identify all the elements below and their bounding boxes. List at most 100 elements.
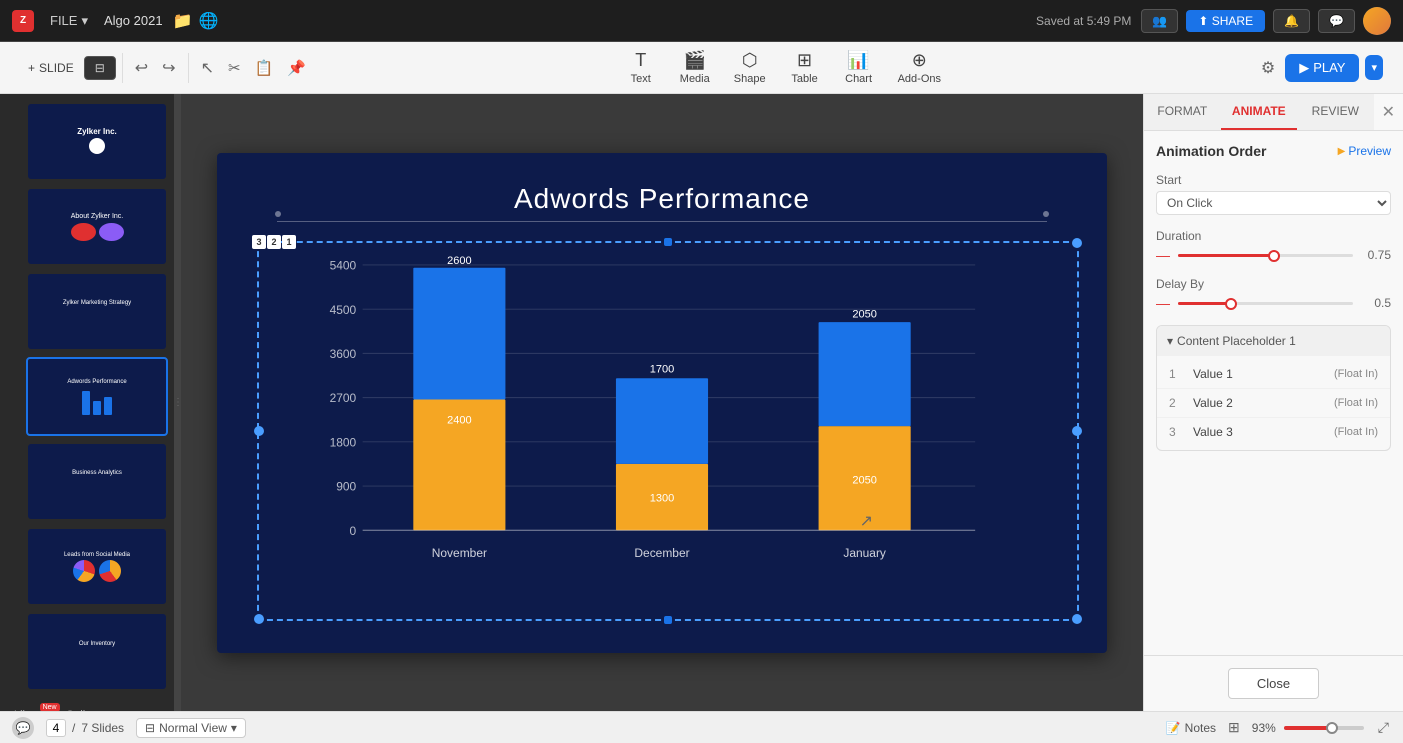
- duration-slider[interactable]: [1178, 254, 1353, 257]
- view-toggle-button[interactable]: ⊟: [84, 56, 116, 80]
- toolbar-separator-1: [122, 53, 123, 83]
- current-slide-input[interactable]: [46, 719, 66, 737]
- redo-button[interactable]: ↪: [156, 54, 181, 82]
- item-1-name: Value 1: [1193, 367, 1326, 381]
- slide-navigation: / 7 Slides: [46, 719, 124, 737]
- bar-chart-svg: 5400 4500 3600 2700 1800 900 0: [277, 253, 1047, 603]
- item-3-num: 3: [1169, 425, 1185, 439]
- dec-top-bar: [616, 378, 708, 464]
- handle-top-right[interactable]: [1072, 238, 1082, 248]
- cursor-tool[interactable]: ↖: [195, 54, 220, 82]
- svg-text:4500: 4500: [330, 302, 357, 316]
- table-tool-button[interactable]: ⊞ Table: [780, 46, 830, 89]
- slide-thumb-2[interactable]: About Zylker Inc.: [26, 187, 168, 266]
- handle-bottom-right[interactable]: [1072, 614, 1082, 624]
- animation-order-header: Animation Order ▶ Preview: [1156, 143, 1391, 159]
- fit-button[interactable]: ⤢: [1376, 717, 1391, 738]
- media-tool-button[interactable]: 🎬 Media: [670, 46, 720, 89]
- item-3-anim: (Float In): [1334, 426, 1378, 438]
- slide-item-1: 1 Zylker Inc.: [6, 102, 168, 181]
- duration-value: 0.75: [1361, 248, 1391, 262]
- library-tab[interactable]: Library New: [6, 705, 56, 711]
- view-chevron-icon: ▾: [231, 721, 237, 735]
- handle-top-center[interactable]: [664, 238, 672, 246]
- cut-tool[interactable]: ✂: [222, 55, 247, 81]
- slide-thumb-7[interactable]: Our Inventory: [26, 612, 168, 691]
- handle-bottom-center[interactable]: [664, 616, 672, 624]
- zoom-slider[interactable]: [1284, 726, 1364, 730]
- collaborators-button[interactable]: 👥: [1141, 9, 1178, 33]
- handle-bottom-left[interactable]: [254, 614, 264, 624]
- slide-thumb-3[interactable]: Zylker Marketing Strategy: [26, 272, 168, 351]
- delay-slider[interactable]: [1178, 302, 1353, 305]
- handle-mid-left[interactable]: [254, 426, 264, 436]
- chart-tool-button[interactable]: 📊 Chart: [834, 46, 884, 89]
- share-button[interactable]: ⬆ SHARE: [1186, 10, 1265, 32]
- play-button[interactable]: ▶ PLAY: [1285, 54, 1359, 82]
- animate-tab[interactable]: ANIMATE: [1221, 94, 1298, 130]
- globe-icon[interactable]: 🌐: [198, 11, 218, 31]
- view-icon: ⊟: [145, 721, 155, 735]
- anim-badge-1: 1: [282, 235, 296, 249]
- title-actions: 📁 🌐: [173, 11, 219, 31]
- media-icon: 🎬: [684, 50, 706, 71]
- slide-thumb-1[interactable]: Zylker Inc.: [26, 102, 168, 181]
- start-select[interactable]: On Click: [1156, 191, 1391, 215]
- notes-icon: 📝: [1166, 721, 1181, 735]
- text-tool-button[interactable]: T Text: [616, 46, 666, 89]
- slide-thumb-5[interactable]: Business Analytics: [26, 442, 168, 521]
- title-decoration-line: [277, 221, 1047, 222]
- table-icon: ⊞: [797, 50, 812, 71]
- folder-icon[interactable]: 📁: [173, 11, 193, 31]
- panel-footer: Close: [1144, 655, 1403, 711]
- slide-item-4: 4 Adwords Performance: [6, 357, 168, 436]
- slide-item-3: 3 Zylker Marketing Strategy: [6, 272, 168, 351]
- user-avatar[interactable]: [1363, 7, 1391, 35]
- file-title: Algo 2021: [104, 13, 163, 28]
- undo-button[interactable]: ↩: [129, 54, 154, 82]
- delay-thumb: [1225, 298, 1237, 310]
- text-icon: T: [635, 50, 646, 71]
- slide-thumb-6[interactable]: Leads from Social Media: [26, 527, 168, 606]
- paste-tool[interactable]: 📌: [281, 55, 312, 81]
- delay-minus[interactable]: —: [1156, 295, 1170, 311]
- notifications-button[interactable]: 🔔: [1273, 9, 1310, 33]
- svg-text:2050: 2050: [852, 474, 877, 486]
- review-tab[interactable]: REVIEW: [1297, 94, 1374, 130]
- placeholder-header[interactable]: ▾ Content Placeholder 1: [1157, 326, 1390, 356]
- play-dropdown[interactable]: ▾: [1365, 55, 1383, 80]
- animate-panel-content: Animation Order ▶ Preview Start On Click…: [1144, 131, 1403, 655]
- view-mode-button[interactable]: ⊟ Normal View ▾: [136, 718, 246, 738]
- animation-order-title: Animation Order: [1156, 143, 1266, 159]
- panel-close-button[interactable]: ✕: [1374, 94, 1403, 130]
- gallery-tab[interactable]: Gallery: [58, 705, 109, 711]
- duration-control: — 0.75: [1156, 247, 1391, 263]
- zoom-level-label: 93%: [1252, 721, 1276, 735]
- svg-text:2600: 2600: [447, 255, 472, 267]
- shape-tool-button[interactable]: ⬡ Shape: [724, 46, 776, 89]
- app-logo: Z: [12, 10, 34, 32]
- table-icon-bottom[interactable]: ⊞: [1228, 719, 1240, 736]
- svg-text:5400: 5400: [330, 258, 357, 272]
- placeholder-item-2: 2 Value 2 (Float In): [1157, 389, 1390, 418]
- toolbar-right: ⚙ ▶ PLAY ▾: [1255, 54, 1383, 82]
- slide-thumb-4[interactable]: Adwords Performance: [26, 357, 168, 436]
- delay-control: — 0.5: [1156, 295, 1391, 311]
- content-placeholder-section: ▾ Content Placeholder 1 1 Value 1 (Float…: [1156, 325, 1391, 451]
- add-slide-button[interactable]: + SLIDE: [20, 57, 82, 79]
- chat-button[interactable]: 💬: [12, 717, 34, 739]
- addons-tool-button[interactable]: ⊕ Add-Ons: [888, 46, 951, 89]
- comments-button[interactable]: 💬: [1318, 9, 1355, 33]
- addons-icon: ⊕: [912, 50, 927, 71]
- handle-mid-right[interactable]: [1072, 426, 1082, 436]
- format-tab[interactable]: FORMAT: [1144, 94, 1221, 130]
- settings-icon[interactable]: ⚙: [1255, 54, 1281, 82]
- slide-panel: 1 Zylker Inc. 2 About Zylker Inc.: [0, 94, 175, 711]
- notes-button[interactable]: 📝 Notes: [1166, 721, 1216, 735]
- file-menu[interactable]: FILE ▾: [44, 10, 94, 32]
- copy-tool[interactable]: 📋: [249, 55, 280, 81]
- close-button[interactable]: Close: [1228, 668, 1319, 699]
- preview-link[interactable]: ▶ Preview: [1338, 144, 1391, 158]
- duration-thumb: [1268, 250, 1280, 262]
- duration-minus[interactable]: —: [1156, 247, 1170, 263]
